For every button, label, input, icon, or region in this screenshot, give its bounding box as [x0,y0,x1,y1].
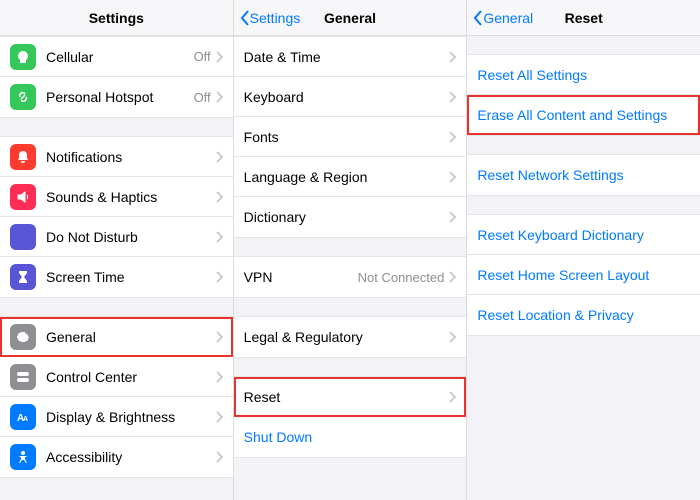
row-label: Reset All Settings [477,67,690,83]
row-value: Off [194,90,211,105]
general-panel: Settings General Date & Time Keyboard Font… [234,0,468,500]
row-label: General [46,329,215,345]
hourglass-icon [10,264,36,290]
row-label: Display & Brightness [46,409,215,425]
chevron-right-icon [215,191,223,203]
settings-row[interactable]: Reset [234,377,467,417]
settings-row[interactable]: Screen Time [0,257,233,297]
settings-row[interactable]: Sounds & Haptics [0,177,233,217]
chevron-right-icon [215,91,223,103]
row-label: Date & Time [244,49,449,65]
settings-row[interactable]: Reset All Settings [467,55,700,95]
settings-row[interactable]: CellularOff [0,37,233,77]
chevron-right-icon [448,331,456,343]
navbar-title: General [324,10,376,26]
chevron-right-icon [215,51,223,63]
settings-row[interactable]: Reset Location & Privacy [467,295,700,335]
chevron-right-icon [215,231,223,243]
settings-row[interactable]: Control Center [0,357,233,397]
row-label: Accessibility [46,449,215,465]
row-label: Reset [244,389,449,405]
settings-row[interactable]: Fonts [234,117,467,157]
row-label: Reset Home Screen Layout [477,267,690,283]
chevron-right-icon [448,391,456,403]
row-label: Screen Time [46,269,215,285]
row-label: Shut Down [244,429,457,445]
row-label: Fonts [244,129,449,145]
row-label: Reset Location & Privacy [477,307,690,323]
chevron-right-icon [448,51,456,63]
row-label: VPN [244,269,358,285]
navbar: Settings General [234,0,467,36]
navbar-title: Settings [89,10,144,26]
settings-row[interactable]: Reset Network Settings [467,155,700,195]
row-label: Legal & Regulatory [244,329,449,345]
settings-row[interactable]: AA Display & Brightness [0,397,233,437]
row-label: Do Not Disturb [46,229,215,245]
chevron-right-icon [448,271,456,283]
accessibility-icon [10,444,36,470]
back-label: General [483,10,533,26]
settings-panel: Settings CellularOffPersonal HotspotOff … [0,0,234,500]
settings-row[interactable]: Notifications [0,137,233,177]
settings-row[interactable]: Reset Home Screen Layout [467,255,700,295]
chevron-right-icon [215,451,223,463]
svg-text:A: A [23,416,28,423]
chevron-right-icon [215,371,223,383]
bell-icon [10,144,36,170]
reset-panel: General Reset Reset All Settings Erase Al… [467,0,700,500]
moon-icon [10,224,36,250]
gear-icon [10,324,36,350]
back-button[interactable]: General [473,10,533,26]
row-label: Personal Hotspot [46,89,194,105]
settings-row[interactable]: Erase All Content and Settings [467,95,700,135]
speaker-icon [10,184,36,210]
row-label: Sounds & Haptics [46,189,215,205]
link-icon [10,84,36,110]
settings-row[interactable]: Reset Keyboard Dictionary [467,215,700,255]
row-label: Notifications [46,149,215,165]
chevron-right-icon [448,131,456,143]
row-label: Reset Keyboard Dictionary [477,227,690,243]
row-label: Cellular [46,49,194,65]
settings-row[interactable]: Do Not Disturb [0,217,233,257]
row-label: Language & Region [244,169,449,185]
settings-row[interactable]: Dictionary [234,197,467,237]
settings-row[interactable]: Date & Time [234,37,467,77]
chevron-right-icon [215,151,223,163]
chevron-right-icon [448,171,456,183]
row-value: Not Connected [358,270,445,285]
text-size-icon: AA [10,404,36,430]
chevron-right-icon [215,331,223,343]
settings-row[interactable]: General [0,317,233,357]
chevron-right-icon [215,411,223,423]
switches-icon [10,364,36,390]
row-value: Off [194,49,211,64]
chevron-right-icon [448,91,456,103]
chevron-right-icon [215,271,223,283]
row-label: Keyboard [244,89,449,105]
settings-row[interactable]: VPNNot Connected [234,257,467,297]
row-label: Reset Network Settings [477,167,690,183]
settings-row[interactable]: Shut Down [234,417,467,457]
back-button[interactable]: Settings [240,10,301,26]
navbar-title: Reset [565,10,603,26]
settings-row[interactable]: Personal HotspotOff [0,77,233,117]
chevron-right-icon [448,211,456,223]
navbar: General Reset [467,0,700,36]
settings-row[interactable]: Keyboard [234,77,467,117]
settings-row[interactable]: Accessibility [0,437,233,477]
antenna-icon [10,44,36,70]
navbar: Settings [0,0,233,36]
settings-row[interactable]: Language & Region [234,157,467,197]
row-label: Dictionary [244,209,449,225]
row-label: Erase All Content and Settings [477,107,690,123]
back-label: Settings [250,10,301,26]
settings-row[interactable]: Legal & Regulatory [234,317,467,357]
row-label: Control Center [46,369,215,385]
